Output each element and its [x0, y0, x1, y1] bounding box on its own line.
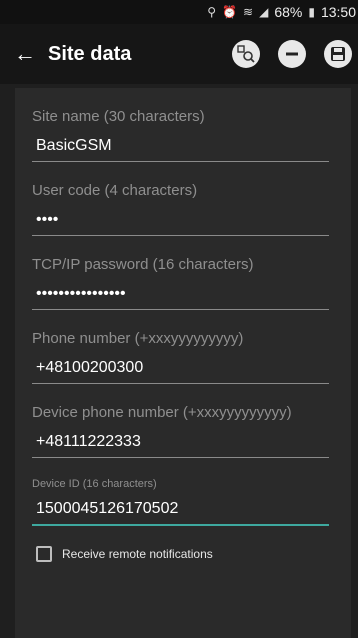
field-label: TCP/IP password (16 characters)	[32, 256, 254, 273]
back-arrow-icon[interactable]: ←	[14, 41, 48, 67]
signal-icon: ◢	[259, 5, 269, 19]
site-name-field: Site name (30 characters) BasicGSM	[32, 108, 329, 162]
location-icon: ⚲	[207, 5, 217, 19]
phone-number-input[interactable]: +48100200300	[32, 355, 329, 384]
user-code-input[interactable]: ••••	[32, 207, 329, 236]
notifications-checkbox-row[interactable]: Receive remote notifications	[32, 546, 329, 562]
site-name-input[interactable]: BasicGSM	[32, 133, 329, 162]
save-button[interactable]	[324, 40, 352, 68]
battery-percent: 68%	[274, 4, 303, 20]
field-label: Phone number (+xxxyyyyyyyyy)	[32, 330, 244, 347]
device-phone-input[interactable]: +48111222333	[32, 429, 329, 458]
user-code-field: User code (4 characters) ••••	[32, 182, 329, 236]
save-icon	[331, 47, 345, 61]
device-phone-field: Device phone number (+xxxyyyyyyyyy) +481…	[32, 404, 329, 458]
checkbox-label: Receive remote notifications	[62, 547, 213, 561]
minus-icon	[286, 52, 298, 56]
toolbar: ← Site data	[0, 24, 358, 84]
field-label: Site name (30 characters)	[32, 108, 205, 125]
search-icon	[237, 45, 255, 63]
remove-button[interactable]	[278, 40, 306, 68]
field-label: User code (4 characters)	[32, 182, 198, 199]
device-id-input[interactable]: 1500045126170502	[32, 496, 329, 526]
device-id-field: Device ID (16 characters) 15000451261705…	[32, 478, 329, 526]
phone-number-field: Phone number (+xxxyyyyyyyyy) +4810020030…	[32, 330, 329, 384]
site-data-form: Site name (30 characters) BasicGSM User …	[15, 88, 351, 638]
notifications-checkbox[interactable]	[36, 546, 52, 562]
wifi-icon: ≋	[243, 5, 254, 19]
battery-icon: ▮	[308, 5, 315, 19]
search-button[interactable]	[232, 40, 260, 68]
field-label: Device ID (16 characters)	[32, 478, 157, 490]
field-label: Device phone number (+xxxyyyyyyyyy)	[32, 404, 292, 421]
clock: 13:50	[320, 4, 356, 20]
status-bar: ⚲ ⏰ ≋ ◢ 68% ▮ 13:50	[0, 0, 358, 24]
alarm-icon: ⏰	[222, 5, 238, 19]
page-title: Site data	[48, 42, 132, 65]
tcp-password-input[interactable]: ••••••••••••••••	[32, 281, 329, 310]
tcp-password-field: TCP/IP password (16 characters) ••••••••…	[32, 256, 329, 310]
